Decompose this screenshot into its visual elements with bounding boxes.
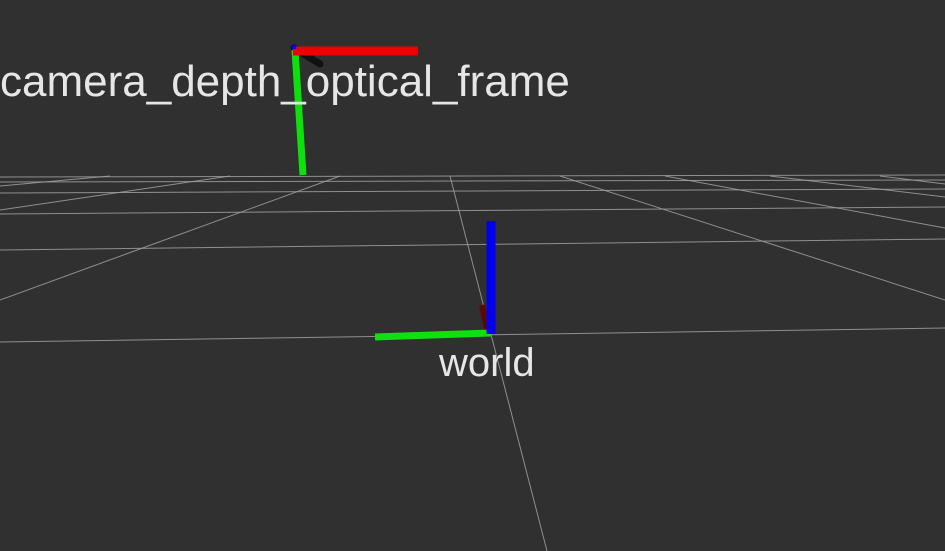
camera-y-axis — [291, 49, 307, 176]
grid-line — [559, 175, 945, 301]
grid-line — [0, 174, 945, 178]
grid-line — [0, 175, 341, 301]
grid-line — [0, 206, 945, 215]
grid-line — [664, 175, 945, 229]
scene-canvas[interactable] — [0, 0, 945, 551]
3d-viewport[interactable]: camera_depth_optical_frame world — [0, 0, 945, 551]
world-frame-axes[interactable] — [374, 221, 496, 341]
grid-line — [0, 188, 945, 194]
ground-grid — [0, 174, 945, 551]
world-y-axis — [374, 329, 492, 341]
grid-line — [0, 175, 111, 187]
grid-line — [449, 175, 548, 551]
grid-line — [769, 175, 945, 198]
camera-frame-axes[interactable] — [290, 44, 418, 176]
